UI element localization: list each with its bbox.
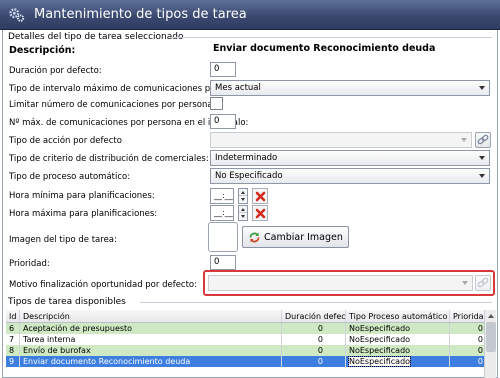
cell-proceso: NoEspecificado [346,345,450,356]
column-header-duracion[interactable]: Duración defecto [282,310,346,322]
hora-max-label: Hora máxima para planificaciones: [9,209,158,219]
hora-min-spinner[interactable] [238,188,248,204]
cambiar-imagen-button[interactable]: Cambiar Imagen [242,226,349,248]
intervalo-select[interactable]: Mes actual [210,80,490,96]
hora-min-field[interactable]: __:__ [210,188,234,204]
available-section-title: Tipos de tarea disponibles [8,297,126,307]
criterio-select-value: Indeterminado [215,153,278,163]
link-icon [477,277,489,288]
tipo-accion-select[interactable] [210,132,472,148]
criterio-label: Tipo de criterio de distribución de come… [9,154,209,164]
link-icon [477,134,489,145]
hora-max-clear-button[interactable] [252,205,268,221]
scroll-up-icon[interactable] [488,314,494,318]
imagen-label: Imagen del tipo de tarea: [9,235,117,245]
motivo-label: Motivo finalización oportunidad por defe… [9,280,198,290]
cell-id: 9 [6,356,20,367]
column-header-descripcion[interactable]: Descripción [20,310,282,322]
cell-duracion: 0 [282,356,346,367]
tipo-accion-link-button[interactable] [475,132,491,148]
chevron-down-icon [461,138,467,142]
criterio-select[interactable]: Indeterminado [210,150,490,166]
cell-proceso-focus: NoEspecificado [347,356,412,367]
cell-id: 8 [6,345,20,356]
column-header-proceso[interactable]: Tipo Proceso automático [346,310,450,322]
delete-x-icon [255,191,265,201]
cell-duracion: 0 [282,345,346,356]
table-scrollbar[interactable] [484,310,496,378]
chevron-down-icon [479,86,485,90]
cell-proceso: NoEspecificado [346,323,450,334]
window-titlebar: Mantenimiento de tipos de tarea [0,0,500,30]
window-title: Mantenimiento de tipos de tarea [34,7,247,22]
cell-id: 6 [6,323,20,334]
chevron-down-icon [479,156,485,160]
descripcion-label: Descripción: [9,45,76,56]
cell-descripcion: Envío de burofax [20,345,282,356]
available-section-divider [140,302,492,303]
details-section-title: Detalles del tipo de tarea seleccionado [8,32,184,42]
proceso-select-value: No Especificado [215,171,283,181]
hora-max-field[interactable]: __:__ [210,205,234,221]
proceso-label: Tipo de proceso automático: [9,172,131,182]
cell-id: 7 [6,334,20,345]
cell-proceso: NoEspecificado [346,356,450,367]
num-max-field[interactable]: 0 [210,114,236,129]
table-row[interactable]: 8 Envío de burofax 0 NoEspecificado 0 [6,345,492,356]
duracion-label: Duración por defecto: [9,66,102,76]
cambiar-imagen-label: Cambiar Imagen [264,231,343,243]
hora-min-clear-button[interactable] [252,188,268,204]
descripcion-field[interactable]: Enviar documento Reconocimiento deuda [210,42,490,57]
motivo-select[interactable] [208,275,473,291]
scrollbar-thumb[interactable] [486,322,496,352]
cell-duracion: 0 [282,323,346,334]
hora-max-spinner[interactable] [238,205,248,221]
column-header-id[interactable]: Id [6,310,20,322]
details-section-divider [170,37,492,38]
intervalo-select-value: Mes actual [215,83,261,93]
chevron-down-icon [462,281,468,285]
limitar-checkbox[interactable] [210,97,223,110]
prioridad-label: Prioridad: [9,259,50,269]
tipo-tarea-image [208,222,238,252]
prioridad-field[interactable]: 0 [210,255,236,270]
limitar-label: Limitar número de comunicaciones por per… [9,100,216,110]
table-row[interactable]: 6 Aceptación de presupuesto 0 NoEspecifi… [6,323,492,334]
cell-duracion: 0 [282,334,346,345]
cell-proceso: NoEspecificado [346,334,450,345]
table-row[interactable]: 7 Tarea interna 0 NoEspecificado 0 [6,334,492,345]
refresh-icon [249,232,260,242]
table-row-selected[interactable]: 9 Enviar documento Reconocimiento deuda … [6,356,492,367]
task-types-table: Id Descripción Duración defecto Tipo Pro… [6,310,492,367]
gear-icon [9,7,25,22]
cell-descripcion: Tarea interna [20,334,282,345]
table-header: Id Descripción Duración defecto Tipo Pro… [6,310,492,323]
chevron-down-icon [479,174,485,178]
hora-min-label: Hora mínima para planificaciones: [9,191,155,201]
tipo-accion-label: Tipo de acción por defecto [9,136,122,146]
cell-descripcion: Aceptación de presupuesto [20,323,282,334]
delete-x-icon [255,208,265,218]
cell-descripcion: Enviar documento Reconocimiento deuda [20,356,282,367]
duracion-field[interactable]: 0 [210,62,236,77]
proceso-select[interactable]: No Especificado [210,168,490,184]
motivo-link-button[interactable] [475,275,491,291]
